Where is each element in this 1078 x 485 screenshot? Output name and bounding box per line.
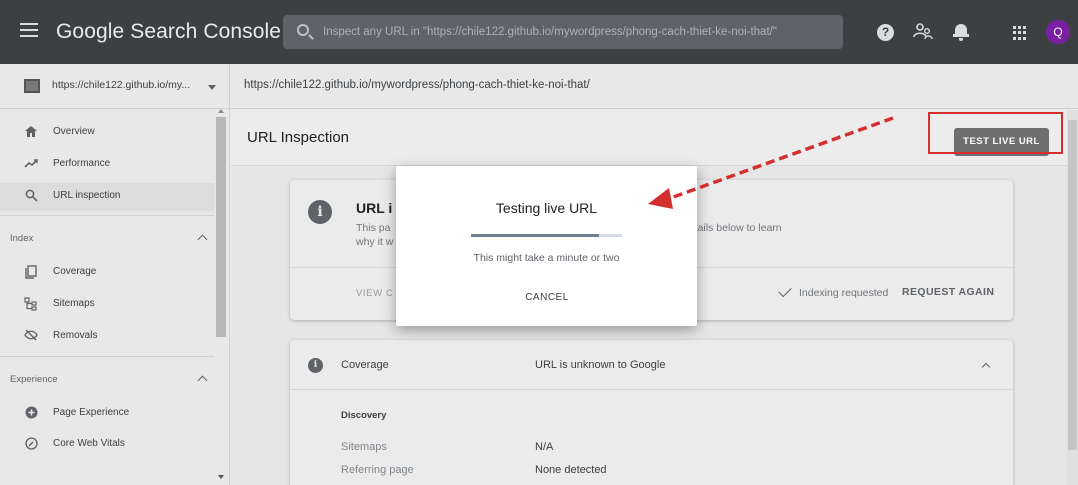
view-crawled-page-button[interactable]: VIEW C <box>356 288 393 299</box>
detail-row-label: Referring page <box>341 464 414 476</box>
detail-row-label: Sitemaps <box>341 441 387 453</box>
property-favicon-icon <box>24 79 40 93</box>
users-icon[interactable] <box>913 22 933 42</box>
page-header: URL Inspection TEST LIVE URL <box>231 110 1078 166</box>
coverage-header[interactable]: i Coverage URL is unknown to Google <box>290 340 1013 390</box>
sidebar-item-label: Core Web Vitals <box>53 438 125 449</box>
sidebar-item-sitemaps[interactable]: Sitemaps <box>0 291 214 319</box>
property-bar: https://chile122.github.io/my... https:/… <box>0 64 1078 109</box>
page-title: URL Inspection <box>247 129 349 146</box>
scroll-down-icon[interactable] <box>218 475 224 479</box>
status-description: why it w <box>356 236 394 248</box>
sitemap-icon <box>24 297 38 311</box>
scroll-up-icon[interactable] <box>218 109 224 113</box>
app-title[interactable]: Google Search Console <box>56 20 281 44</box>
search-icon <box>24 189 38 203</box>
chevron-up-icon[interactable] <box>981 362 991 372</box>
gauge-icon <box>24 437 38 451</box>
cancel-button[interactable]: CANCEL <box>506 288 588 308</box>
coverage-card: i Coverage URL is unknown to Google Disc… <box>290 340 1013 485</box>
sidebar-item-core-web-vitals[interactable]: Core Web Vitals <box>0 431 214 459</box>
dialog-message: This might take a minute or two <box>473 252 620 264</box>
status-description: This pa <box>356 222 391 234</box>
check-icon <box>778 283 792 298</box>
scrollbar-thumb[interactable] <box>1068 120 1077 450</box>
help-icon[interactable]: ? <box>877 24 894 41</box>
breadcrumb: https://chile122.github.io/mywordpress/p… <box>244 79 590 91</box>
coverage-icon <box>24 265 38 279</box>
divider <box>0 215 214 216</box>
trending-icon <box>24 157 38 171</box>
request-again-button[interactable]: REQUEST AGAIN <box>902 286 994 298</box>
annotation-highlight-box <box>928 112 1063 154</box>
sidebar-item-overview[interactable]: Overview <box>0 119 214 147</box>
search-icon <box>297 24 309 36</box>
top-app-bar: Google Search Console ? Q <box>0 0 1078 64</box>
sidebar: Overview Performance URL inspection Inde… <box>0 109 230 485</box>
coverage-label: Coverage <box>341 359 389 371</box>
sidebar-item-coverage[interactable]: Coverage <box>0 259 214 287</box>
sidebar-item-label: Coverage <box>53 266 97 277</box>
main-scrollbar[interactable] <box>1067 110 1078 485</box>
property-label: https://chile122.github.io/my... <box>52 79 191 91</box>
coverage-status: URL is unknown to Google <box>535 359 666 371</box>
search-input[interactable] <box>323 15 833 49</box>
page-experience-icon <box>24 406 38 420</box>
sidebar-item-performance[interactable]: Performance <box>0 151 214 179</box>
removals-icon <box>24 329 38 343</box>
progress-bar <box>471 234 622 237</box>
sidebar-item-label: Overview <box>53 126 95 137</box>
detail-row-value: N/A <box>535 441 554 453</box>
discovery-heading: Discovery <box>341 410 387 421</box>
detail-row-value: None detected <box>535 464 607 476</box>
status-description: details below to learn <box>683 222 782 234</box>
apps-grid-icon[interactable] <box>1013 26 1027 40</box>
sidebar-item-label: Page Experience <box>53 407 130 418</box>
sidebar-item-label: Removals <box>53 330 98 341</box>
scrollbar-thumb[interactable] <box>216 117 226 337</box>
home-icon <box>24 125 38 139</box>
sidebar-item-url-inspection[interactable]: URL inspection <box>0 183 214 211</box>
caret-down-icon <box>208 85 216 90</box>
sidebar-item-label: Sitemaps <box>53 298 95 309</box>
chevron-up-icon[interactable] <box>197 234 208 245</box>
property-selector[interactable]: https://chile122.github.io/my... <box>0 64 230 109</box>
info-icon: i <box>308 200 332 224</box>
menu-icon[interactable] <box>20 23 38 37</box>
testing-live-url-dialog: Testing live URL This might take a minut… <box>396 166 697 326</box>
divider <box>0 356 214 357</box>
sidebar-item-page-experience[interactable]: Page Experience <box>0 400 214 428</box>
section-header-experience[interactable]: Experience <box>10 374 58 385</box>
info-icon: i <box>308 358 323 373</box>
section-header-index[interactable]: Index <box>10 233 33 244</box>
sidebar-scrollbar[interactable] <box>216 109 226 485</box>
dialog-title: Testing live URL <box>495 200 598 216</box>
bell-icon[interactable] <box>953 22 969 42</box>
status-title: URL i <box>356 200 393 216</box>
progress-bar-fill <box>471 234 600 237</box>
chevron-up-icon[interactable] <box>197 375 208 386</box>
avatar[interactable]: Q <box>1046 20 1070 44</box>
sidebar-item-label: Performance <box>53 158 111 169</box>
sidebar-item-label: URL inspection <box>53 190 121 201</box>
indexing-status: Indexing requested <box>799 287 889 299</box>
sidebar-item-removals[interactable]: Removals <box>0 323 214 351</box>
url-inspect-search[interactable] <box>283 15 843 49</box>
